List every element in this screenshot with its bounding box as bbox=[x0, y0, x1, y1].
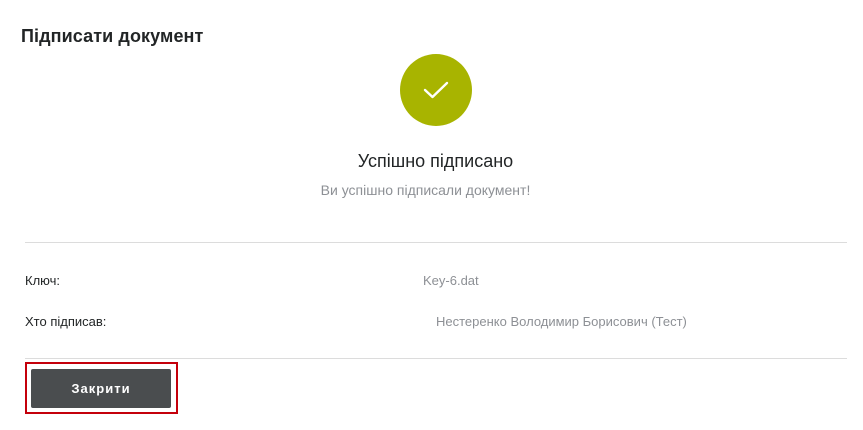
checkmark-icon bbox=[423, 81, 449, 99]
success-badge bbox=[400, 54, 472, 126]
close-button[interactable]: Закрити bbox=[31, 369, 171, 408]
signer-label: Хто підписав: bbox=[25, 314, 107, 329]
success-message: Ви успішно підписали документ! bbox=[320, 182, 531, 198]
divider bbox=[25, 242, 847, 243]
key-value: Key-6.dat bbox=[423, 273, 479, 288]
divider bbox=[25, 358, 847, 359]
success-title: Успішно підписано bbox=[357, 151, 514, 171]
key-label: Ключ: bbox=[25, 273, 61, 288]
sign-document-dialog: Підписати документ Успішно підписано Ви … bbox=[0, 0, 863, 430]
dialog-title: Підписати документ bbox=[21, 26, 204, 46]
signer-value: Нестеренко Володимир Борисович (Тест) bbox=[436, 314, 687, 329]
